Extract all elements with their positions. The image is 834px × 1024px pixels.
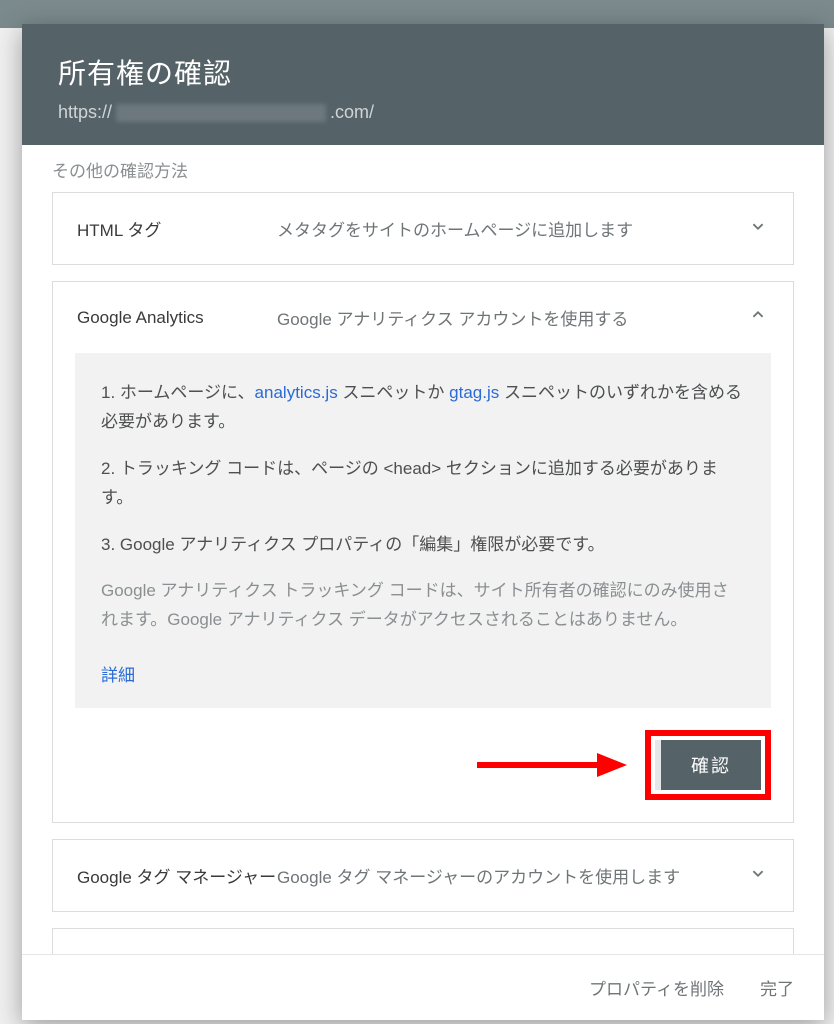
method-subtitle: Google タグ マネージャーのアカウントを使用します (277, 863, 747, 888)
details-link[interactable]: 詳細 (101, 661, 135, 686)
method-header-domain-provider[interactable]: ドメイン名プロバイダ DNS レコードを Google に関連付ける (53, 929, 793, 954)
instruction-step-3: 3. Google アナリティクス プロパティの「編集」権限が必要です。 (101, 531, 745, 560)
method-card-html-tag: HTML タグ メタタグをサイトのホームページに追加します (52, 192, 794, 265)
property-url: https:// .com/ (58, 102, 788, 123)
method-header-google-analytics[interactable]: Google Analytics Google アナリティクス アカウントを使用… (53, 282, 793, 353)
modal-footer: プロパティを削除 完了 (22, 954, 824, 1020)
annotation-highlight: 確認 (645, 730, 771, 800)
delete-property-button[interactable]: プロパティを削除 (589, 975, 724, 1000)
gtag-js-link[interactable]: gtag.js (449, 383, 499, 402)
method-title: Google タグ マネージャー (77, 863, 277, 888)
method-card-google-analytics: Google Analytics Google アナリティクス アカウントを使用… (52, 281, 794, 823)
redacted-domain (116, 104, 326, 122)
method-card-tag-manager: Google タグ マネージャー Google タグ マネージャーのアカウントを… (52, 839, 794, 912)
done-button[interactable]: 完了 (760, 975, 794, 1000)
chevron-down-icon (747, 862, 769, 889)
ownership-verify-modal: 所有権の確認 https:// .com/ その他の確認方法 HTML タグ メ… (22, 24, 824, 1020)
method-header-tag-manager[interactable]: Google タグ マネージャー Google タグ マネージャーのアカウントを… (53, 840, 793, 911)
other-methods-label: その他の確認方法 (52, 157, 794, 182)
method-header-html-tag[interactable]: HTML タグ メタタグをサイトのホームページに追加します (53, 193, 793, 264)
instruction-step-2: 2. トラッキング コードは、ページの <head> セクションに追加する必要が… (101, 455, 745, 513)
chevron-down-icon (747, 215, 769, 242)
method-title: Google Analytics (77, 308, 277, 328)
method-subtitle: Google アナリティクス アカウントを使用する (277, 305, 747, 330)
method-card-domain-provider: ドメイン名プロバイダ DNS レコードを Google に関連付ける (52, 928, 794, 954)
modal-body[interactable]: その他の確認方法 HTML タグ メタタグをサイトのホームページに追加します G… (22, 145, 824, 954)
instruction-note: Google アナリティクス トラッキング コードは、サイト所有者の確認にのみ使… (101, 577, 745, 635)
method-body-google-analytics: 1. ホームページに、analytics.js スニペットか gtag.js ス… (75, 353, 771, 708)
modal-title: 所有権の確認 (58, 52, 788, 92)
verify-button[interactable]: 確認 (655, 740, 761, 790)
modal-header: 所有権の確認 https:// .com/ (22, 24, 824, 145)
analytics-js-link[interactable]: analytics.js (255, 383, 338, 402)
annotation-arrow (477, 751, 627, 779)
instruction-step-1: 1. ホームページに、analytics.js スニペットか gtag.js ス… (101, 379, 745, 437)
chevron-up-icon (747, 304, 769, 331)
method-title: HTML タグ (77, 216, 277, 241)
method-subtitle: メタタグをサイトのホームページに追加します (277, 216, 747, 241)
